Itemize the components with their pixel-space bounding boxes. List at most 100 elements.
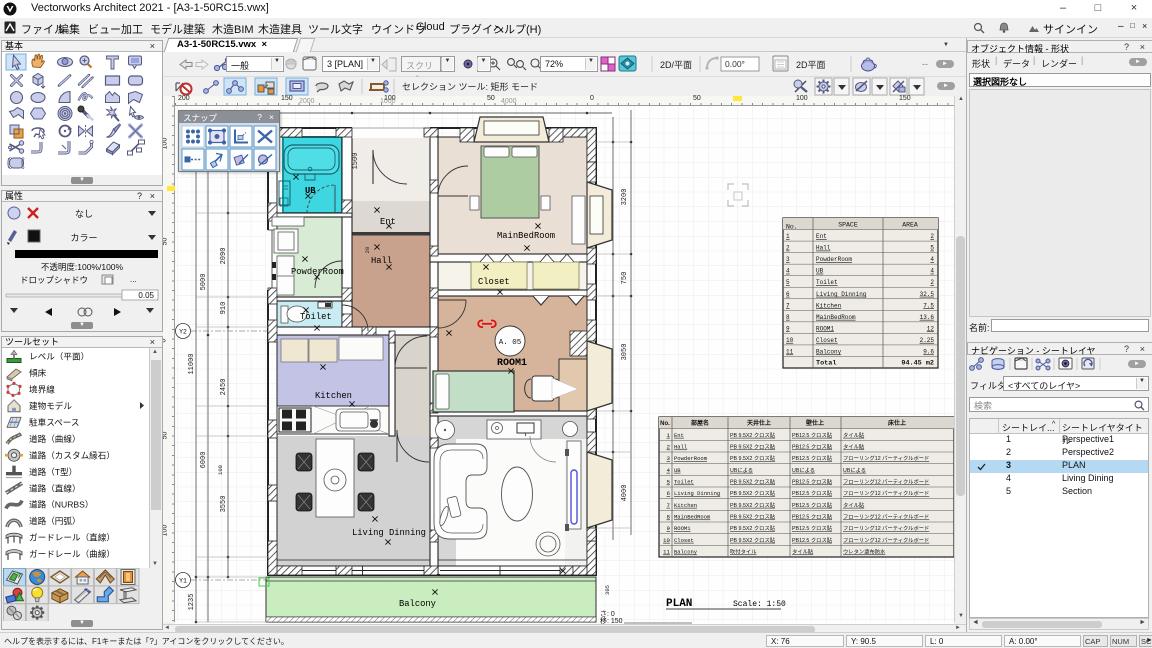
svg-text:道路（T型）: 道路（T型） — [29, 466, 77, 477]
svg-text:12: 12 — [927, 325, 935, 332]
svg-text:Ent: Ent — [816, 233, 827, 240]
svg-text:Balcony: Balcony — [399, 599, 436, 609]
svg-text:2090: 2090 — [220, 248, 228, 265]
svg-text:13.6: 13.6 — [920, 314, 935, 321]
svg-text:7: 7 — [667, 502, 671, 509]
svg-text:フローリング12 パーティクルボード: フローリング12 パーティクルボード — [843, 524, 929, 532]
svg-text:305: 305 — [604, 585, 611, 595]
svg-text:道路（曲線）: 道路（曲線） — [29, 433, 81, 444]
svg-text:8: 8 — [667, 514, 671, 521]
svg-text:ウレタン塗布防水: ウレタン塗布防水 — [843, 548, 886, 556]
svg-text:5: 5 — [667, 479, 671, 486]
svg-text:10: 10 — [663, 537, 670, 544]
svg-text:9: 9 — [667, 525, 671, 532]
svg-text:PB 9.5X2 クロス貼: PB 9.5X2 クロス貼 — [730, 536, 776, 544]
svg-text:4000: 4000 — [621, 485, 629, 502]
svg-text:8: 8 — [786, 314, 790, 321]
svg-text:境界線: 境界線 — [29, 384, 55, 395]
svg-text:Living Dinning: Living Dinning — [674, 490, 720, 497]
svg-text:フローリング12 パーティクルボード: フローリング12 パーティクルボード — [843, 513, 929, 521]
svg-text:1: 1 — [786, 233, 790, 240]
svg-text:PowderRoom: PowderRoom — [674, 455, 708, 462]
svg-text:PowderRoom: PowderRoom — [816, 256, 852, 263]
svg-text:Y1: Y1 — [179, 578, 187, 585]
svg-text:道路（カスタム縁石）: 道路（カスタム縁石） — [29, 449, 115, 460]
svg-text:PB 9.5X2 クロス貼: PB 9.5X2 クロス貼 — [730, 431, 776, 439]
svg-text:SPACE: SPACE — [838, 222, 858, 229]
svg-text:0.00°: 0.00° — [725, 59, 745, 69]
svg-text:フローリング12 パーティクルボード: フローリング12 パーティクルボード — [843, 489, 929, 497]
svg-text:No.: No. — [786, 224, 798, 231]
svg-text:32.5: 32.5 — [920, 291, 935, 298]
svg-text:UB: UB — [674, 467, 681, 474]
svg-text:A. 05: A. 05 — [499, 339, 522, 347]
svg-text:天井仕上: 天井仕上 — [747, 419, 771, 427]
svg-text:2: 2 — [930, 233, 934, 240]
svg-text:PB12.5 クロス貼: PB12.5 クロス貼 — [792, 443, 833, 451]
svg-text:100: 100 — [217, 465, 224, 475]
svg-text:なし: なし — [75, 209, 93, 219]
svg-text:5000: 5000 — [200, 274, 208, 291]
svg-text:UB: UB — [816, 268, 824, 275]
svg-text:PB12.5 クロス貼: PB12.5 クロス貼 — [792, 501, 833, 509]
svg-text:Hall: Hall — [674, 444, 687, 451]
svg-text:PB12.5 クロス貼: PB12.5 クロス貼 — [792, 454, 833, 462]
svg-text:UBによる: UBによる — [843, 467, 866, 474]
svg-text:Scale: 1:50: Scale: 1:50 — [733, 600, 786, 609]
svg-text:MainBedRoom: MainBedRoom — [674, 514, 711, 521]
svg-text:Hall: Hall — [371, 256, 392, 266]
svg-text:Balcony: Balcony — [816, 348, 842, 355]
svg-text:Closet: Closet — [816, 337, 838, 344]
svg-text:道路（直線）: 道路（直線） — [29, 482, 81, 493]
svg-text:建物モデル: 建物モデル — [29, 400, 72, 411]
svg-text:4: 4 — [667, 467, 671, 474]
svg-text:UBによる: UBによる — [730, 467, 753, 474]
svg-text:道路（円弧）: 道路（円弧） — [29, 515, 81, 526]
svg-text:タイル貼: タイル貼 — [843, 431, 865, 439]
svg-text:傾床: 傾床 — [29, 367, 47, 378]
svg-text:床仕上: 床仕上 — [888, 419, 906, 427]
svg-text:PB 9.5X2 クロス貼: PB 9.5X2 クロス貼 — [730, 524, 776, 532]
svg-text:さ: 0: さ: 0 — [600, 610, 615, 618]
svg-text:ROOM1: ROOM1 — [674, 525, 691, 532]
svg-text:Toilet: Toilet — [816, 279, 838, 286]
svg-text:セレクション ツール: 矩形 モード: セレクション ツール: 矩形 モード — [402, 81, 538, 92]
svg-text:ガードレール（曲線）: ガードレール（曲線） — [29, 548, 115, 559]
svg-text:PB 9.5X2 クロス貼: PB 9.5X2 クロス貼 — [730, 478, 776, 486]
svg-text:PB 9.5X2 クロス貼: PB 9.5X2 クロス貼 — [730, 443, 776, 451]
svg-text:不透明度:100%/100%: 不透明度:100%/100% — [41, 262, 124, 272]
svg-text:9.6: 9.6 — [923, 348, 934, 355]
svg-text:MainBedRoom: MainBedRoom — [816, 314, 856, 321]
svg-text:PB12.5 クロス貼: PB12.5 クロス貼 — [792, 524, 833, 532]
svg-text:ドロップシャドウ: ドロップシャドウ — [20, 275, 88, 285]
svg-text:PowderRoom: PowderRoom — [291, 267, 344, 277]
svg-text:Total: Total — [816, 360, 836, 368]
svg-text:Toilet: Toilet — [300, 312, 332, 322]
svg-text:PB12.5 クロス貼: PB12.5 クロス貼 — [792, 513, 833, 521]
svg-text:3: 3 — [786, 256, 790, 263]
svg-text:タイル貼: タイル貼 — [843, 501, 865, 509]
svg-text:2450: 2450 — [220, 379, 228, 396]
svg-text:9: 9 — [786, 325, 790, 332]
svg-text:ROOM1: ROOM1 — [816, 325, 834, 332]
svg-text:Ent: Ent — [674, 432, 684, 439]
svg-text:11: 11 — [663, 549, 670, 556]
svg-text:10: 10 — [786, 337, 794, 344]
svg-text:2: 2 — [930, 279, 934, 286]
svg-text:ROOM1: ROOM1 — [497, 358, 527, 369]
svg-text:1235: 1235 — [188, 594, 196, 611]
svg-text:7.5: 7.5 — [923, 302, 934, 309]
svg-text:4: 4 — [930, 256, 934, 263]
svg-text:--: -- — [922, 59, 928, 69]
svg-text:移: 150: 移: 150 — [600, 616, 623, 624]
svg-text:PB12.5 クロス貼: PB12.5 クロス貼 — [792, 431, 833, 439]
svg-text:3550: 3550 — [220, 496, 228, 513]
svg-text:11: 11 — [786, 348, 794, 355]
svg-text:1: 1 — [667, 432, 671, 439]
svg-text:部屋名: 部屋名 — [691, 419, 709, 427]
svg-text:PB12.5 クロス貼: PB12.5 クロス貼 — [792, 489, 833, 497]
svg-text:タイル貼: タイル貼 — [792, 548, 814, 556]
svg-text:PB 9.5X2 クロス貼: PB 9.5X2 クロス貼 — [730, 489, 776, 497]
svg-text:PB 9.5X2 クロス貼: PB 9.5X2 クロス貼 — [730, 501, 776, 509]
svg-text:フローリング12 パーティクルボード: フローリング12 パーティクルボード — [843, 454, 929, 462]
